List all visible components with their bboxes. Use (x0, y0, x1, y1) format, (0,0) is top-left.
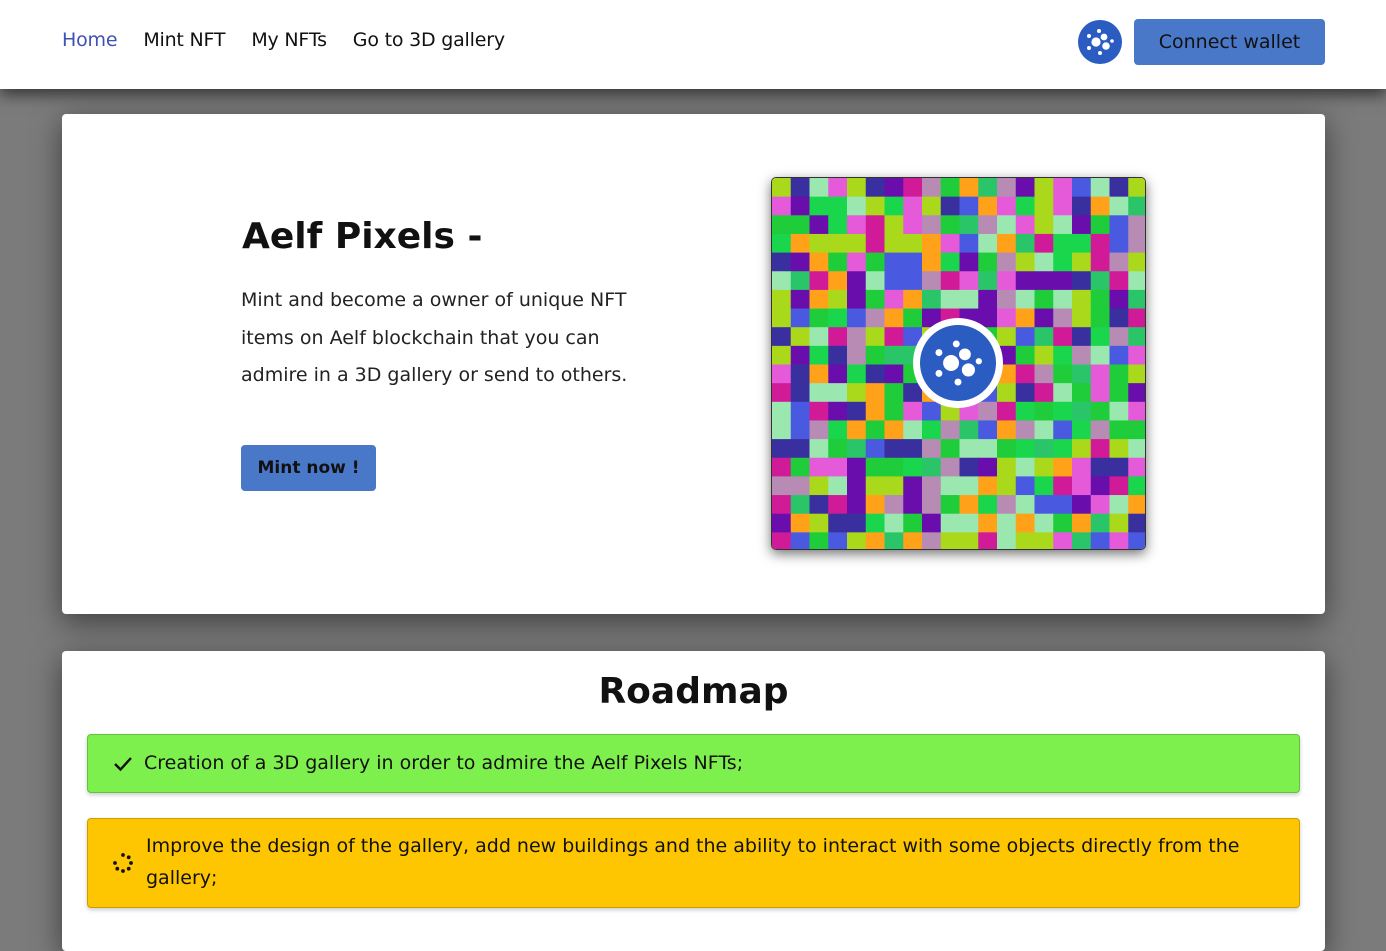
hero-description: Mint and become a owner of unique NFT it… (241, 289, 628, 386)
connect-wallet-button[interactable]: Connect wallet (1134, 19, 1325, 65)
roadmap-item-in-progress: Improve the design of the gallery, add n… (87, 818, 1300, 908)
check-icon (112, 753, 134, 775)
roadmap-item-text: Improve the design of the gallery, add n… (146, 835, 1240, 889)
nav-link-home[interactable]: Home (62, 29, 118, 51)
roadmap-item-text: Creation of a 3D gallery in order to adm… (144, 752, 744, 774)
loading-spinner-icon (112, 852, 134, 874)
roadmap-card: Roadmap Creation of a 3D gallery in orde… (62, 651, 1325, 951)
roadmap-title: Roadmap (598, 671, 789, 712)
aelf-logo-badge (913, 318, 1003, 408)
nav-link-mint-nft[interactable]: Mint NFT (143, 29, 225, 51)
pixel-art-image (771, 177, 1146, 550)
roadmap-item-done: Creation of a 3D gallery in order to adm… (87, 734, 1300, 793)
nav-link-my-nfts[interactable]: My NFTs (251, 29, 327, 51)
aelf-logo-icon (920, 325, 996, 401)
mint-now-button[interactable]: Mint now ! (241, 445, 376, 491)
top-navbar: Home Mint NFT My NFTs Go to 3D gallery C… (0, 0, 1386, 89)
hero-title: Aelf Pixels - (242, 216, 483, 257)
aelf-logo-icon (1078, 20, 1122, 64)
nav-links: Home Mint NFT My NFTs Go to 3D gallery (62, 29, 505, 51)
hero-card: Aelf Pixels - Mint and become a owner of… (62, 114, 1325, 614)
nav-link-3d-gallery[interactable]: Go to 3D gallery (353, 29, 505, 51)
